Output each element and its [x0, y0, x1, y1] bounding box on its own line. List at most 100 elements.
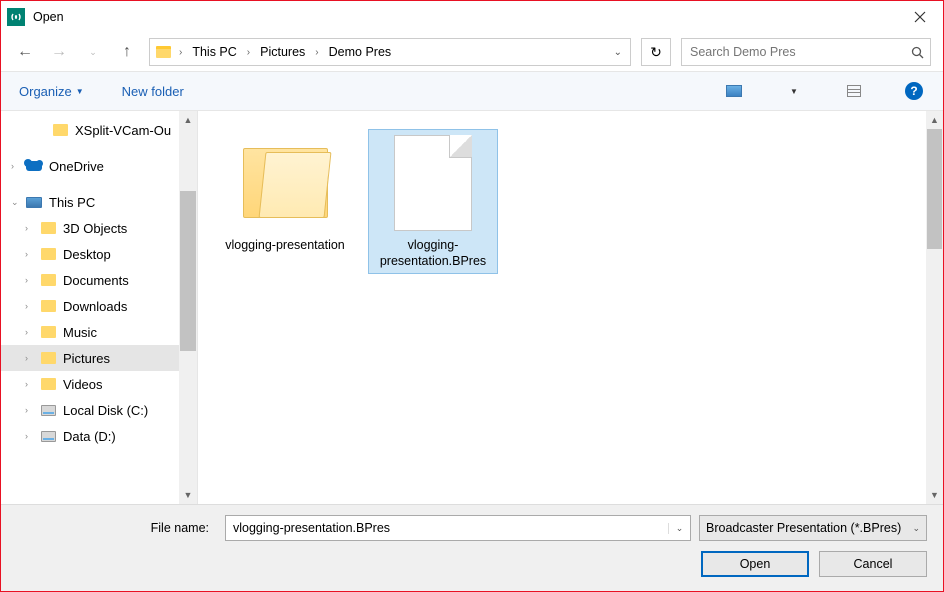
chevron-down-icon: ▼	[76, 87, 84, 96]
tree-expand-icon[interactable]: ›	[25, 249, 39, 259]
scroll-thumb[interactable]	[180, 191, 196, 351]
help-icon[interactable]: ?	[903, 80, 925, 102]
breadcrumb-folder-icon	[154, 43, 172, 61]
search-box[interactable]	[681, 38, 931, 66]
tree-item[interactable]: ⌄ This PC	[1, 189, 179, 215]
tree-item[interactable]: › Documents	[1, 267, 179, 293]
refresh-icon[interactable]: ↻	[641, 38, 671, 66]
tree-expand-icon[interactable]: ›	[25, 353, 39, 363]
filename-field[interactable]: ⌄	[225, 515, 691, 541]
item-label: vlogging-presentation	[225, 237, 345, 253]
titlebar: Open	[1, 1, 943, 33]
navigation-tree[interactable]: XSplit-VCam-Ou › OneDrive ⌄ This PC › 3D Objec…	[1, 111, 179, 504]
folder-icon	[237, 133, 333, 233]
tree-item-label: OneDrive	[49, 159, 104, 174]
tree-expand-icon[interactable]: ⌄	[11, 197, 25, 208]
file-icon	[385, 133, 481, 233]
new-folder-button[interactable]: New folder	[122, 84, 184, 99]
tree-scrollbar[interactable]: ▲ ▼	[179, 111, 197, 504]
tree-item-label: 3D Objects	[63, 221, 127, 236]
tree-item-label: Documents	[63, 273, 129, 288]
tree-expand-icon[interactable]: ›	[25, 431, 39, 441]
file-type-filter[interactable]: Broadcaster Presentation (*.BPres) ⌄	[699, 515, 927, 541]
disk-icon	[39, 401, 57, 419]
cancel-button[interactable]: Cancel	[819, 551, 927, 577]
scroll-up-icon[interactable]: ▲	[179, 111, 197, 129]
tree-item[interactable]: › Desktop	[1, 241, 179, 267]
tree-item-label: XSplit-VCam-Ou	[75, 123, 171, 138]
tree-pane: XSplit-VCam-Ou › OneDrive ⌄ This PC › 3D Objec…	[1, 111, 197, 504]
tree-item-label: This PC	[49, 195, 95, 210]
app-icon	[7, 8, 25, 26]
folder-icon	[39, 297, 57, 315]
breadcrumb-item-0[interactable]: This PC	[189, 43, 239, 61]
content-scrollbar[interactable]: ▲ ▼	[926, 111, 943, 504]
chevron-right-icon[interactable]: ›	[315, 47, 318, 58]
tree-item-label: Videos	[63, 377, 103, 392]
window-title: Open	[33, 10, 64, 24]
bottom-bar: File name: ⌄ Broadcaster Presentation (*…	[1, 504, 943, 591]
address-row: ← → ⌄ ↑ › This PC › Pictures › Demo Pres…	[1, 33, 943, 71]
filename-input[interactable]	[226, 521, 668, 535]
tree-item[interactable]: › Videos	[1, 371, 179, 397]
file-item[interactable]: vlogging-presentation.BPres	[368, 129, 498, 274]
preview-pane-button[interactable]	[843, 80, 865, 102]
scroll-thumb[interactable]	[927, 129, 942, 249]
organize-label: Organize	[19, 84, 72, 99]
folder-icon	[39, 245, 57, 263]
tree-expand-icon[interactable]: ›	[25, 327, 39, 337]
tree-expand-icon[interactable]: ›	[25, 223, 39, 233]
nav-forward-icon: →	[47, 40, 71, 64]
scroll-down-icon[interactable]: ▼	[179, 486, 197, 504]
main-area: XSplit-VCam-Ou › OneDrive ⌄ This PC › 3D Objec…	[1, 111, 943, 504]
tree-item-label: Local Disk (C:)	[63, 403, 148, 418]
tree-expand-icon[interactable]: ›	[25, 301, 39, 311]
nav-recent-dropdown-icon[interactable]: ⌄	[81, 40, 105, 64]
tree-item[interactable]: XSplit-VCam-Ou	[1, 117, 179, 143]
tree-expand-icon[interactable]: ›	[11, 161, 25, 171]
tree-expand-icon[interactable]: ›	[25, 379, 39, 389]
view-mode-dropdown-icon[interactable]: ▼	[783, 80, 805, 102]
open-dialog: Open ← → ⌄ ↑ › This PC › Pictures › Demo…	[0, 0, 944, 592]
tree-item[interactable]: ›Music	[1, 319, 179, 345]
folder-icon	[39, 219, 57, 237]
tree-item-label: Pictures	[63, 351, 110, 366]
chevron-down-icon: ⌄	[912, 523, 920, 534]
tree-item[interactable]: › OneDrive	[1, 153, 179, 179]
open-button[interactable]: Open	[701, 551, 809, 577]
folder-item[interactable]: vlogging-presentation	[220, 129, 350, 274]
tree-item-label: Data (D:)	[63, 429, 116, 444]
tree-item[interactable]: › Downloads	[1, 293, 179, 319]
nav-back-icon[interactable]: ←	[13, 40, 37, 64]
breadcrumb-item-2[interactable]: Demo Pres	[326, 43, 395, 61]
file-list-pane[interactable]: vlogging-presentation vlogging-presentati…	[197, 111, 943, 504]
view-mode-button[interactable]	[723, 80, 745, 102]
file-type-filter-text: Broadcaster Presentation (*.BPres)	[706, 521, 901, 535]
search-icon[interactable]	[904, 46, 930, 59]
tree-expand-icon[interactable]: ›	[25, 405, 39, 415]
tree-item[interactable]: › Pictures	[1, 345, 179, 371]
breadcrumb-history-dropdown-icon[interactable]: ⌄	[614, 47, 622, 58]
close-icon[interactable]	[897, 1, 943, 33]
chevron-right-icon[interactable]: ›	[179, 47, 182, 58]
folder-icon	[39, 375, 57, 393]
tree-item-label: Desktop	[63, 247, 111, 262]
scroll-down-icon[interactable]: ▼	[926, 486, 943, 504]
scroll-up-icon[interactable]: ▲	[926, 111, 943, 129]
chevron-right-icon[interactable]: ›	[247, 47, 250, 58]
search-input[interactable]	[682, 45, 904, 59]
tree-expand-icon[interactable]: ›	[25, 275, 39, 285]
onedrive-icon	[25, 157, 43, 175]
tree-item[interactable]: › 3D Objects	[1, 215, 179, 241]
organize-button[interactable]: Organize ▼	[19, 84, 84, 99]
tree-item[interactable]: › Local Disk (C:)	[1, 397, 179, 423]
folder-icon	[39, 323, 57, 341]
filename-history-dropdown-icon[interactable]: ⌄	[668, 523, 690, 534]
nav-up-icon[interactable]: ↑	[115, 40, 139, 64]
tree-item[interactable]: › Data (D:)	[1, 423, 179, 449]
breadcrumb-item-1[interactable]: Pictures	[257, 43, 308, 61]
tree-item-label: Downloads	[63, 299, 127, 314]
breadcrumb[interactable]: › This PC › Pictures › Demo Pres ⌄	[149, 38, 631, 66]
this-pc-icon	[25, 193, 43, 211]
filename-label: File name:	[17, 521, 217, 535]
